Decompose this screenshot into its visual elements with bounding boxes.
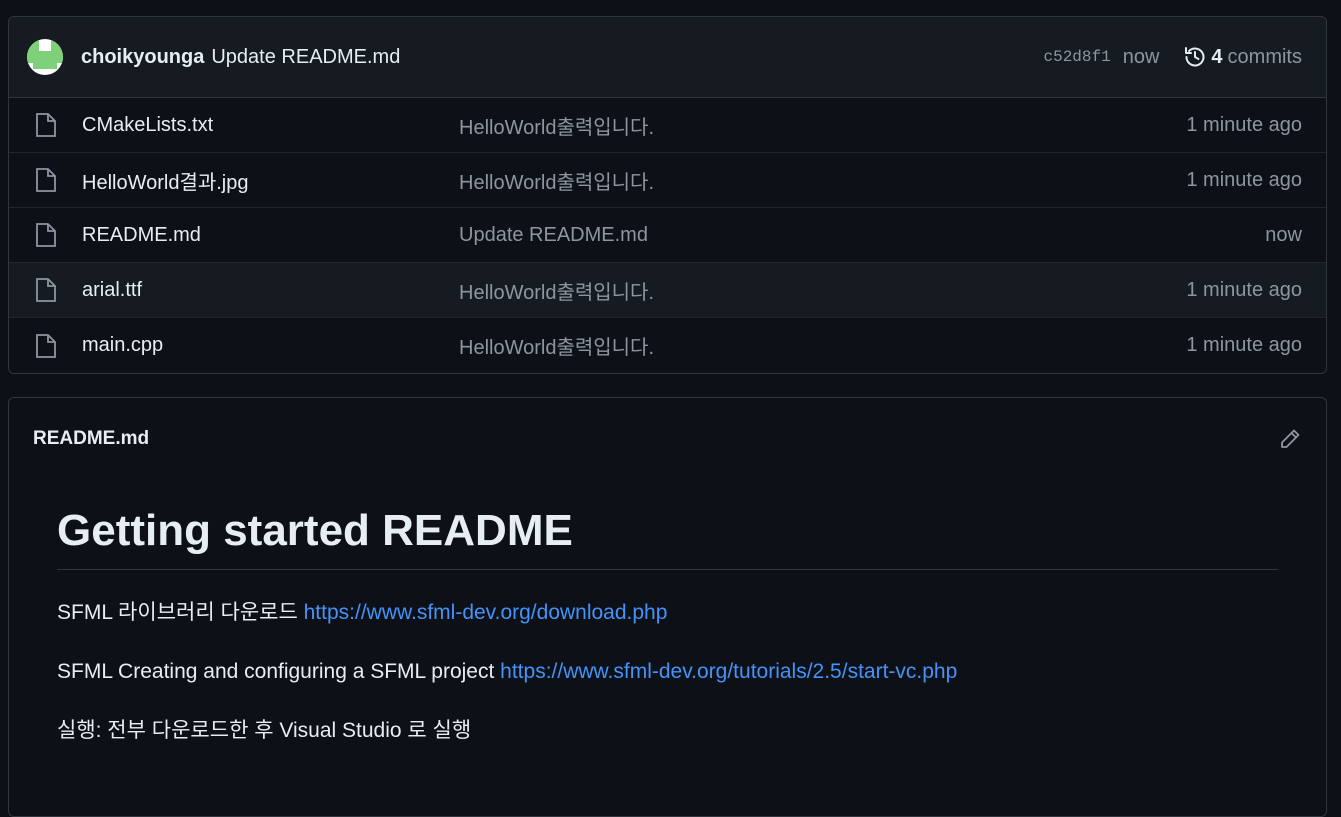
file-name-link[interactable]: README.md: [82, 224, 459, 247]
file-commit-time: 1 minute ago: [1186, 168, 1302, 191]
file-name-link[interactable]: CMakeLists.txt: [82, 114, 459, 137]
file-commit-time: now: [1265, 223, 1302, 246]
history-icon: [1185, 47, 1205, 67]
paragraph-text: SFML 라이브러리 다운로드: [57, 600, 298, 624]
file-icon: [36, 223, 56, 247]
file-row[interactable]: main.cpp HelloWorld출력입니다. 1 minute ago: [9, 318, 1326, 373]
file-row[interactable]: HelloWorld결과.jpg HelloWorld출력입니다. 1 minu…: [9, 153, 1326, 208]
readme-paragraph: SFML Creating and configuring a SFML pro…: [57, 657, 1278, 686]
commit-sha-link[interactable]: c52d8f1: [1044, 48, 1111, 66]
file-commit-message-link[interactable]: HelloWorld출력입니다.: [459, 276, 1186, 305]
file-commit-message-link[interactable]: HelloWorld출력입니다.: [459, 331, 1186, 360]
readme-paragraph: SFML 라이브러리 다운로드 https://www.sfml-dev.org…: [57, 598, 1278, 627]
readme-content: Getting started README SFML 라이브러리 다운로드 h…: [9, 480, 1326, 746]
file-name-link[interactable]: HelloWorld결과.jpg: [82, 166, 459, 195]
file-name-link[interactable]: main.cpp: [82, 334, 459, 357]
pencil-icon[interactable]: [1278, 427, 1302, 451]
readme-paragraph: 실행: 전부 다운로드한 후 Visual Studio 로 실행: [57, 716, 1278, 745]
file-row[interactable]: arial.ttf HelloWorld출력입니다. 1 minute ago: [9, 263, 1326, 318]
file-commit-message-link[interactable]: HelloWorld출력입니다.: [459, 166, 1186, 195]
commit-meta: c52d8f1 now 4 commits: [1044, 45, 1303, 69]
file-commit-time: 1 minute ago: [1186, 334, 1302, 356]
file-icon: [36, 333, 56, 358]
file-commit-message-link[interactable]: HelloWorld출력입니다.: [459, 111, 1186, 140]
avatar[interactable]: [27, 39, 63, 75]
tutorial-link[interactable]: https://www.sfml-dev.org/tutorials/2.5/s…: [500, 660, 957, 683]
file-icon: [36, 168, 56, 192]
paragraph-text: SFML Creating and configuring a SFML pro…: [57, 659, 495, 683]
file-commit-message-link[interactable]: Update README.md: [459, 224, 1265, 247]
file-commit-time: 1 minute ago: [1186, 113, 1302, 136]
readme-heading: Getting started README: [57, 506, 1278, 570]
file-name-link[interactable]: arial.ttf: [82, 279, 459, 302]
commit-time: now: [1122, 45, 1160, 68]
paragraph-text: 실행: 전부 다운로드한 후 Visual Studio 로 실행: [57, 719, 472, 743]
readme-header: README.md: [9, 398, 1326, 480]
download-link[interactable]: https://www.sfml-dev.org/download.php: [304, 601, 668, 624]
file-browser: choikyounga Update README.md c52d8f1 now…: [8, 16, 1327, 374]
readme-panel: README.md Getting started README SFML 라이…: [8, 397, 1327, 817]
file-commit-time: 1 minute ago: [1186, 278, 1302, 301]
file-icon: [36, 278, 56, 302]
latest-commit-bar: choikyounga Update README.md c52d8f1 now…: [9, 17, 1326, 98]
commit-author-link[interactable]: choikyounga: [81, 46, 204, 69]
file-row[interactable]: CMakeLists.txt HelloWorld출력입니다. 1 minute…: [9, 98, 1326, 153]
commits-label: commits: [1227, 45, 1302, 68]
commits-history-link[interactable]: 4 commits: [1183, 45, 1302, 69]
file-icon: [36, 113, 56, 137]
commits-count: 4: [1211, 45, 1223, 68]
file-row[interactable]: README.md Update README.md now: [9, 208, 1326, 263]
commit-message-link[interactable]: Update README.md: [211, 46, 400, 69]
readme-filename-link[interactable]: README.md: [33, 428, 149, 450]
